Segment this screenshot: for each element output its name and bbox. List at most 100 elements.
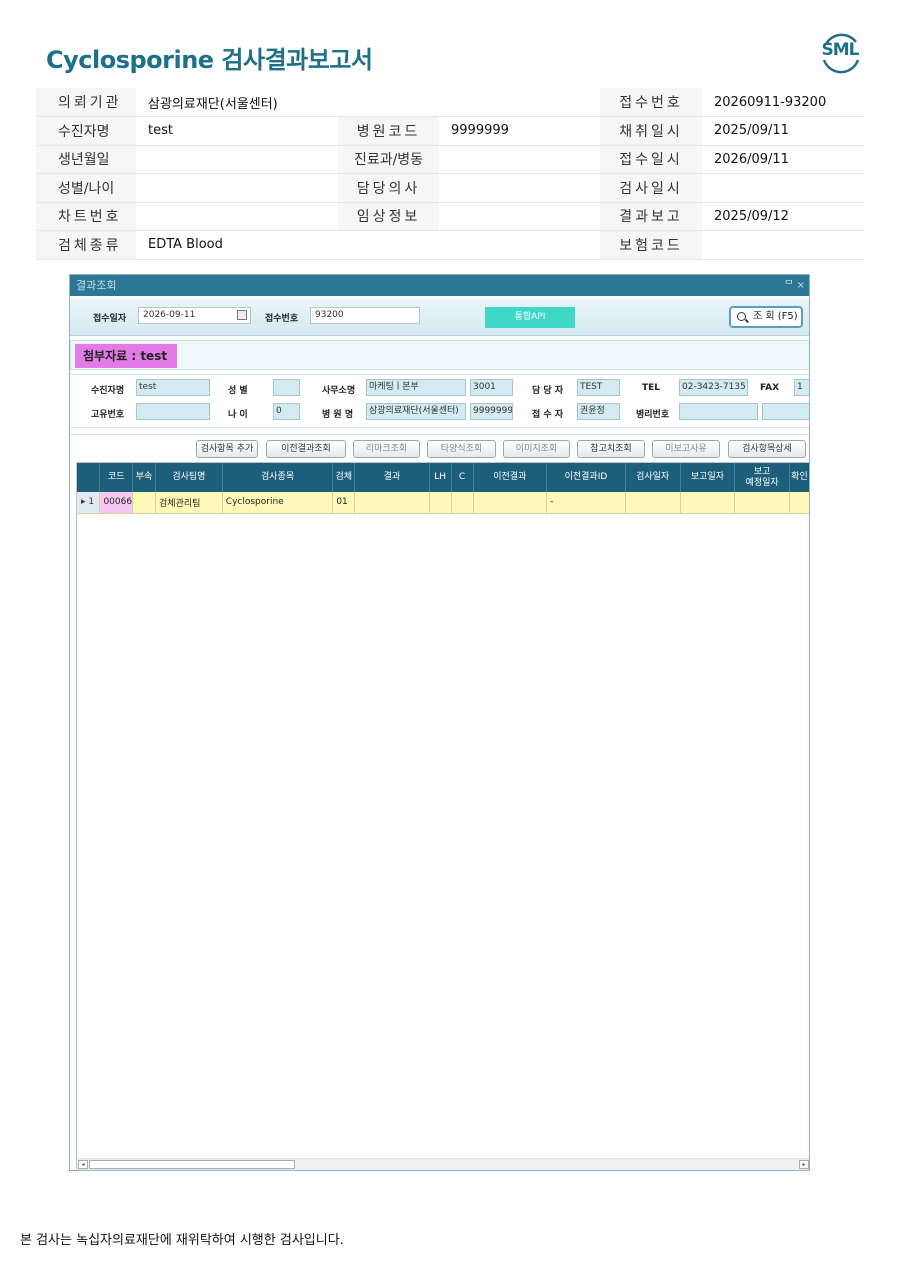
label-reception-no: 접수번호	[600, 88, 702, 117]
label-hospital-code: 병원코드	[338, 116, 439, 146]
info-row: 차트번호 임상정보 결과보고 2025/09/12	[36, 202, 864, 231]
label-dept: 진료과/병동	[338, 145, 439, 174]
p-pathology-field[interactable]	[679, 403, 758, 420]
value-sex-age	[136, 173, 338, 203]
value-specimen: EDTA Blood	[136, 230, 600, 260]
scroll-left-icon[interactable]: ◂	[78, 1160, 88, 1169]
scroll-right-icon[interactable]: ▸	[799, 1160, 809, 1169]
logo-text: SML	[821, 40, 860, 60]
info-row: 수진자명 test 병원코드 9999999 채취일시 2025/09/11	[36, 116, 864, 146]
p-hospital-code[interactable]: 9999999	[470, 403, 513, 420]
p-id-field[interactable]	[136, 403, 210, 420]
p-age-field[interactable]: 0	[273, 403, 300, 420]
p-receiver-field[interactable]: 권윤정	[577, 403, 620, 420]
p-office-label: 사무소명	[322, 386, 356, 396]
result-window: 결과조회 ᄆ × 접수일자 2026-09-11 접수번호 93200 통합AP…	[69, 274, 810, 1171]
test-detail-button[interactable]: 검사항목상세	[728, 440, 806, 458]
col-lh[interactable]: LH	[429, 463, 452, 492]
p-office-field[interactable]: 마케팅ㅣ본부	[366, 379, 466, 396]
col-report-date[interactable]: 보고일자	[680, 463, 736, 492]
p-fax-field[interactable]: 1	[794, 379, 809, 396]
value-birth	[136, 145, 338, 174]
cell-test-date[interactable]	[625, 492, 681, 514]
p-fax-label: FAX	[760, 383, 780, 393]
cell-confirm[interactable]	[789, 492, 809, 514]
p-sex-label: 성 별	[228, 386, 248, 396]
info-table: 의뢰기관 삼광의료재단(서울센터) 접수번호 20260911-93200 수진…	[36, 88, 864, 260]
cell-prev-id[interactable]: -	[546, 492, 626, 514]
p-manager-label: 담 당 자	[532, 386, 564, 396]
col-team[interactable]: 검사팀명	[155, 463, 223, 492]
calendar-icon[interactable]	[237, 310, 247, 320]
search-button[interactable]: 조 회 (F5)	[729, 306, 803, 328]
grid-table: 코드 부속 검사팀명 검사종목 검체 결과 LH C 이전결과 이전결과ID 검…	[77, 463, 809, 514]
other-form-button[interactable]: 타양식조회	[427, 440, 496, 458]
value-received-date: 2026/09/11	[702, 145, 864, 174]
col-result[interactable]: 결과	[354, 463, 430, 492]
label-institution: 의뢰기관	[36, 88, 136, 117]
no-input[interactable]: 93200	[310, 307, 420, 324]
p-receiver-label: 접 수 자	[532, 410, 564, 420]
reference-button[interactable]: 참고치조회	[577, 440, 645, 458]
p-tel-label: TEL	[642, 383, 661, 393]
date-input[interactable]: 2026-09-11	[138, 307, 251, 324]
p-tel-field[interactable]: 02-3423-7135	[679, 379, 748, 396]
p-manager-field[interactable]: TEST	[577, 379, 620, 396]
col-prev-id[interactable]: 이전결과ID	[546, 463, 626, 492]
label-doctor: 담당의사	[338, 173, 439, 203]
value-dept	[439, 145, 600, 174]
value-institution: 삼광의료재단(서울센터)	[136, 88, 600, 117]
col-confirm[interactable]: 확인	[789, 463, 809, 492]
sml-logo: SML	[818, 30, 862, 74]
cell-report-date[interactable]	[680, 492, 736, 514]
value-hospital-code: 9999999	[439, 116, 600, 146]
col-test-date[interactable]: 검사일자	[625, 463, 681, 492]
label-collected-date: 채취일시	[600, 116, 702, 146]
cell-result[interactable]	[354, 492, 430, 514]
p-name-field[interactable]: test	[136, 379, 210, 396]
col-expected-date[interactable]: 보고 예정일자	[734, 463, 790, 492]
attachment-label[interactable]: 첨부자료 : test	[75, 344, 178, 368]
grid-header: 코드 부속 검사팀명 검사종목 검체 결과 LH C 이전결과 이전결과ID 검…	[77, 463, 809, 492]
cell-team[interactable]: 검체관리팀	[155, 492, 223, 514]
cell-test[interactable]: Cyclosporine	[222, 492, 334, 514]
unreported-reason-button[interactable]: 미보고사유	[652, 440, 720, 458]
add-test-button[interactable]: 검사항목 추가	[196, 440, 258, 458]
table-row[interactable]: ▸ 1 00066 검체관리팀 Cyclosporine 01 -	[77, 492, 809, 514]
col-code[interactable]: 코드	[99, 463, 134, 492]
image-button[interactable]: 이미지조회	[503, 440, 570, 458]
window-titlebar: 결과조회 ᄆ ×	[70, 275, 809, 296]
cell-c[interactable]	[451, 492, 474, 514]
label-chart-no: 차트번호	[36, 202, 136, 231]
value-reception-no: 20260911-93200	[702, 88, 864, 117]
horizontal-scrollbar[interactable]: ◂ ▸	[77, 1158, 809, 1170]
p-sex-field[interactable]	[273, 379, 300, 396]
cell-lh[interactable]	[429, 492, 452, 514]
patient-panel: 수진자명 test 성 별 사무소명 마케팅ㅣ본부 3001 담 당 자 TES…	[70, 374, 809, 428]
label-sex-age: 성별/나이	[36, 173, 136, 203]
p-hospital-field[interactable]: 삼광의료재단(서울센터)	[366, 403, 466, 420]
api-button[interactable]: 통합API	[485, 307, 575, 328]
prev-result-button[interactable]: 이전결과조회	[266, 440, 346, 458]
search-icon	[737, 312, 746, 321]
cell-expected-date[interactable]	[734, 492, 790, 514]
cell-specimen[interactable]: 01	[332, 492, 356, 514]
cell-sub[interactable]	[132, 492, 157, 514]
result-grid: 코드 부속 검사팀명 검사종목 검체 결과 LH C 이전결과 이전결과ID 검…	[76, 462, 809, 1170]
remark-button[interactable]: 리마크조회	[353, 440, 420, 458]
p-pathology-extra[interactable]	[762, 403, 809, 420]
cell-code[interactable]: 00066	[99, 492, 134, 514]
col-sub[interactable]: 부속	[132, 463, 157, 492]
col-c[interactable]: C	[451, 463, 474, 492]
p-office-code[interactable]: 3001	[470, 379, 513, 396]
col-test[interactable]: 검사종목	[222, 463, 334, 492]
label-birth: 생년월일	[36, 145, 136, 174]
scroll-thumb[interactable]	[89, 1160, 295, 1169]
row-indicator[interactable]: ▸ 1	[77, 492, 101, 514]
window-controls[interactable]: ᄆ ×	[784, 275, 805, 296]
info-row: 생년월일 진료과/병동 접수일시 2026/09/11	[36, 145, 864, 174]
value-report-date: 2025/09/12	[702, 202, 864, 231]
col-prev-result[interactable]: 이전결과	[473, 463, 548, 492]
col-specimen[interactable]: 검체	[332, 463, 356, 492]
cell-prev-result[interactable]	[473, 492, 548, 514]
